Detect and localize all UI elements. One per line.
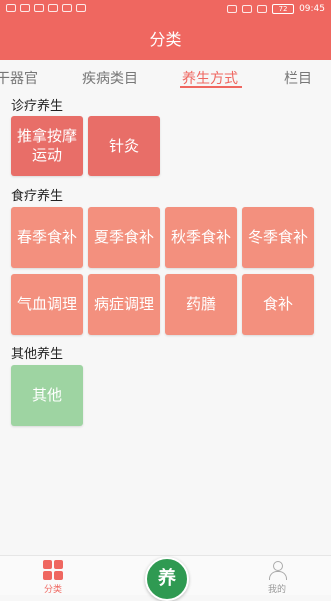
notification-icon [62,4,72,12]
category-tile[interactable]: 病症调理 [88,274,160,335]
battery-icon: 72 [272,4,295,14]
category-tile-tuina[interactable]: 推拿按摩运动 [11,116,83,176]
section-title: 食疗养生 [11,189,64,204]
tile-label: 病症调理 [93,295,154,313]
tab-disease-categories[interactable]: 疾病类目 [82,68,138,88]
active-tab-indicator [180,86,242,88]
status-bar: 72 09:45 [0,0,331,20]
health-center-button[interactable]: 养 [145,557,189,601]
vibrate-icon [257,5,268,13]
tile-label: 冬季食补 [247,228,308,246]
tab-columns[interactable]: 栏目 [284,68,312,88]
tile-label: 气血调理 [16,295,77,313]
category-tile[interactable]: 春季食补 [11,207,83,268]
category-tile[interactable]: 秋季食补 [165,207,237,268]
category-tile[interactable]: 药膳 [165,274,237,335]
person-icon [267,560,287,580]
tile-label: 推拿按摩运动 [16,127,77,164]
page-title: 分类 [0,20,331,60]
section-title: 诊疗养生 [11,99,64,114]
tile-label: 秋季食补 [170,228,231,246]
tab-organs[interactable]: 干器官 [0,68,38,88]
signal-icon [20,4,30,12]
tile-label: 药膳 [185,295,216,313]
eye-icon [227,5,238,13]
mute-icon [242,5,253,13]
tile-label: 其他 [31,386,62,404]
signal-icon [34,4,44,12]
section-title: 其他养生 [11,347,64,362]
category-tile[interactable]: 气血调理 [11,274,83,335]
category-tile-other[interactable]: 其他 [11,365,83,426]
grid-icon [43,560,63,580]
tile-label: 针灸 [108,136,139,155]
category-tile[interactable]: 冬季食补 [242,207,314,268]
sim-icon [6,4,16,12]
tile-label: 春季食补 [16,228,77,246]
tile-label: 夏季食补 [93,228,154,246]
nav-category[interactable]: 分类 [23,560,83,595]
category-tile[interactable]: 食补 [242,274,314,335]
category-tile[interactable]: 夏季食补 [88,207,160,268]
nav-profile[interactable]: 我的 [247,560,307,595]
tab-health-methods[interactable]: 养生方式 [182,68,238,88]
status-time: 09:45 [299,4,325,14]
notification-icon [76,4,86,12]
category-tabs: 干器官 疾病类目 养生方式 栏目 [0,60,331,92]
category-tile-acupuncture[interactable]: 针灸 [88,116,160,176]
wifi-icon [48,4,58,12]
tile-label: 食补 [262,295,293,313]
